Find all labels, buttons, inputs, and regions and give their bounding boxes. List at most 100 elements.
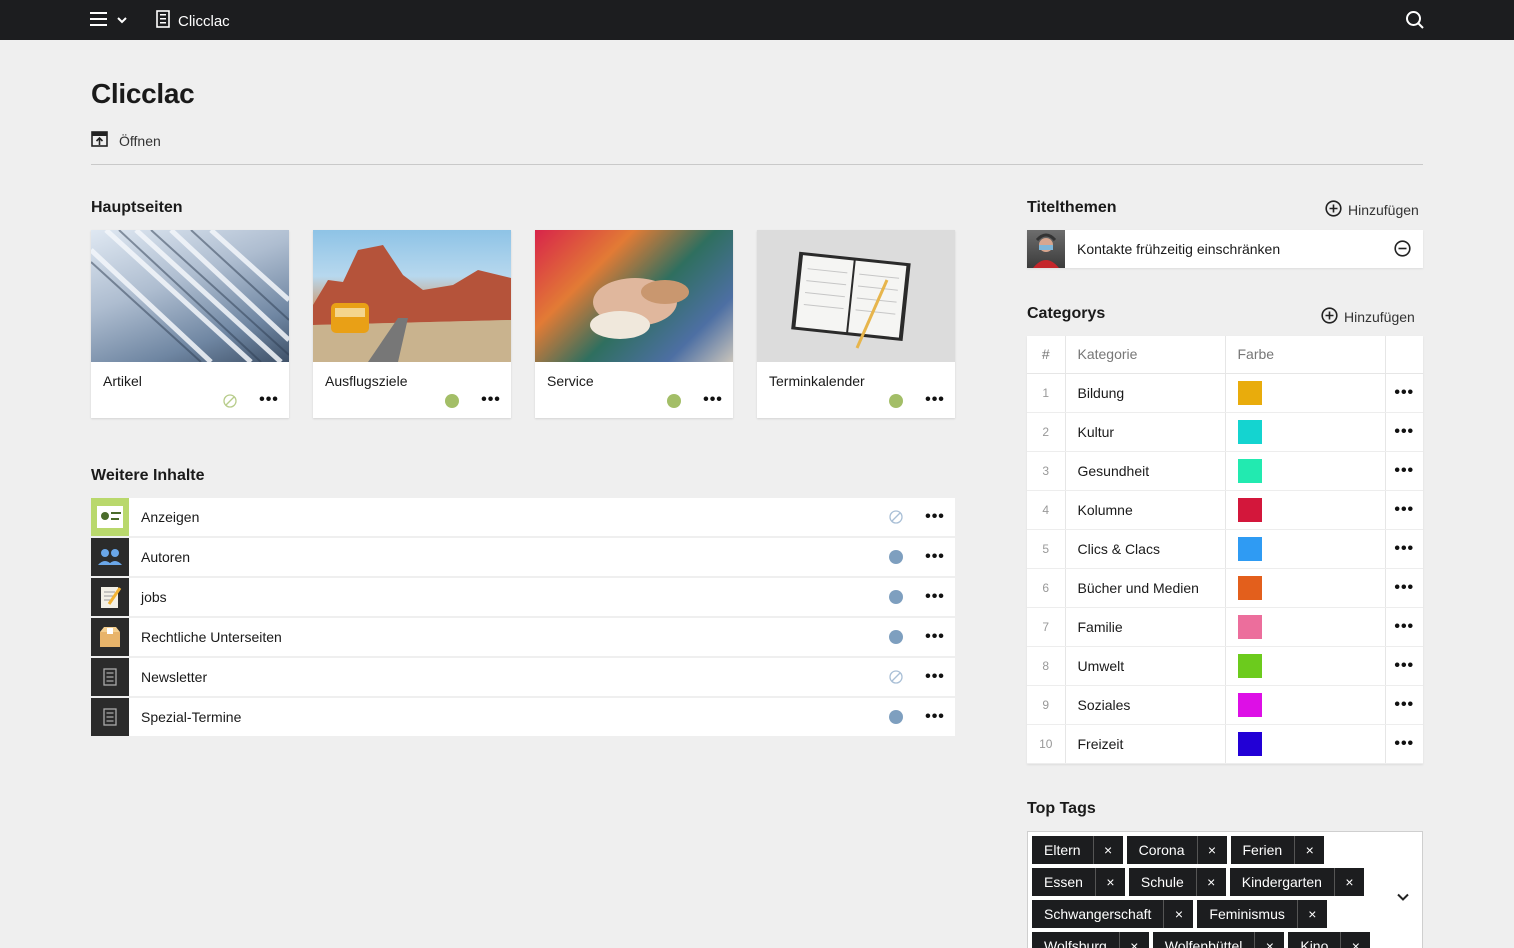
table-row[interactable]: 6 Bücher und Medien ••• — [1027, 568, 1423, 608]
list-item-jobs[interactable]: jobs ••• — [91, 578, 955, 616]
add-category-button[interactable]: Hinzufügen — [1321, 307, 1415, 327]
tag[interactable]: Wolfsburg × — [1032, 932, 1149, 948]
close-icon[interactable]: × — [1195, 868, 1226, 896]
card-ausflugsziele[interactable]: Ausflugsziele ••• — [313, 230, 511, 418]
color-swatch[interactable] — [1237, 575, 1262, 600]
close-icon[interactable]: × — [1333, 868, 1364, 896]
tag[interactable]: Wolfenbüttel × — [1152, 932, 1285, 948]
search-icon — [1405, 11, 1425, 34]
tag-label: Schule — [1140, 874, 1184, 890]
more-icon[interactable]: ••• — [1394, 696, 1414, 713]
more-icon[interactable]: ••• — [925, 707, 945, 727]
menu-icon — [90, 11, 108, 32]
tags-input[interactable]: Eltern × Corona × Ferien × Essen × Schule × K… — [1027, 831, 1423, 948]
status-inactive-icon — [889, 510, 903, 529]
tag[interactable]: Schule × — [1128, 868, 1226, 896]
more-icon[interactable]: ••• — [259, 390, 279, 410]
open-link[interactable]: Öffnen — [91, 130, 161, 151]
color-swatch[interactable] — [1237, 731, 1262, 756]
color-swatch[interactable] — [1237, 458, 1262, 483]
remove-icon[interactable] — [1394, 240, 1411, 262]
list-item-rechtliche-unterseiten[interactable]: Rechtliche Unterseiten ••• — [91, 618, 955, 656]
tag[interactable]: Corona × — [1126, 836, 1227, 864]
color-swatch[interactable] — [1237, 653, 1262, 678]
table-row[interactable]: 5 Clics & Clacs ••• — [1027, 529, 1423, 569]
table-row[interactable]: 4 Kolumne ••• — [1027, 490, 1423, 530]
list-item-spezial-termine[interactable]: Spezial-Termine ••• — [91, 698, 955, 736]
more-icon[interactable]: ••• — [1394, 618, 1414, 635]
tag[interactable]: Feminismus × — [1197, 900, 1327, 928]
category-number: 9 — [1027, 685, 1066, 725]
row-actions: ••• — [1385, 412, 1423, 452]
add-title-topic-button[interactable]: Hinzufügen — [1325, 200, 1419, 220]
close-icon[interactable]: × — [1294, 836, 1324, 864]
close-icon[interactable]: × — [1340, 932, 1370, 948]
more-icon[interactable]: ••• — [1394, 540, 1414, 557]
list-item-label: jobs — [141, 589, 167, 605]
tag[interactable]: Ferien × — [1230, 836, 1325, 864]
close-icon[interactable]: × — [1092, 836, 1123, 864]
more-icon[interactable]: ••• — [1394, 501, 1414, 518]
title-topic-label: Kontakte frühzeitig einschränken — [1077, 241, 1281, 257]
add-label: Hinzufügen — [1344, 309, 1415, 325]
table-row[interactable]: 2 Kultur ••• — [1027, 412, 1423, 452]
more-icon[interactable]: ••• — [1394, 462, 1414, 479]
category-name: Umwelt — [1065, 646, 1226, 686]
close-icon[interactable]: × — [1296, 900, 1327, 928]
status-active-icon — [889, 394, 903, 413]
table-row[interactable]: 7 Familie ••• — [1027, 607, 1423, 647]
close-icon[interactable]: × — [1163, 900, 1193, 928]
more-icon[interactable]: ••• — [925, 547, 945, 567]
category-name: Soziales — [1065, 685, 1226, 725]
more-icon[interactable]: ••• — [703, 390, 723, 410]
color-swatch[interactable] — [1237, 614, 1262, 639]
chevron-down-icon[interactable] — [1396, 890, 1410, 909]
table-row[interactable]: 1 Bildung ••• — [1027, 373, 1423, 413]
more-icon[interactable]: ••• — [1394, 579, 1414, 596]
color-swatch[interactable] — [1237, 692, 1262, 717]
menu-button[interactable] — [90, 11, 128, 32]
tag[interactable]: Eltern × — [1032, 836, 1123, 864]
list-item-autoren[interactable]: Autoren ••• — [91, 538, 955, 576]
table-row[interactable]: 10 Freizeit ••• — [1027, 724, 1423, 764]
color-swatch[interactable] — [1237, 380, 1262, 405]
card-service[interactable]: Service ••• — [535, 230, 733, 418]
table-row[interactable]: 8 Umwelt ••• — [1027, 646, 1423, 686]
more-icon[interactable]: ••• — [1394, 423, 1414, 440]
list-item-anzeigen[interactable]: Anzeigen ••• — [91, 498, 955, 536]
search-button[interactable] — [1405, 10, 1425, 35]
color-swatch[interactable] — [1237, 419, 1262, 444]
more-icon[interactable]: ••• — [925, 587, 945, 607]
tag[interactable]: Kino × — [1288, 932, 1371, 948]
more-icon[interactable]: ••• — [925, 507, 945, 527]
table-header-row: # Kategorie Farbe — [1027, 336, 1423, 374]
thumbnail — [1027, 230, 1065, 268]
close-icon[interactable]: × — [1196, 836, 1227, 864]
tag[interactable]: Essen × — [1032, 868, 1125, 896]
close-icon[interactable]: × — [1118, 932, 1149, 948]
status-active-icon — [889, 590, 903, 609]
tag[interactable]: Kindergarten × — [1229, 868, 1364, 896]
card-artikel[interactable]: Artikel ••• — [91, 230, 289, 418]
more-icon[interactable]: ••• — [925, 667, 945, 687]
list-item-newsletter[interactable]: Newsletter ••• — [91, 658, 955, 696]
more-icon[interactable]: ••• — [1394, 735, 1414, 752]
color-swatch[interactable] — [1237, 497, 1262, 522]
card-terminkalender[interactable]: Terminkalender ••• — [757, 230, 955, 418]
more-icon[interactable]: ••• — [925, 627, 945, 647]
color-swatch[interactable] — [1237, 536, 1262, 561]
tag[interactable]: Schwangerschaft × — [1032, 900, 1194, 928]
header-divider — [91, 164, 1423, 165]
more-icon[interactable]: ••• — [481, 390, 501, 410]
more-icon[interactable]: ••• — [1394, 384, 1414, 401]
close-icon[interactable]: × — [1254, 932, 1284, 948]
close-icon[interactable]: × — [1094, 868, 1125, 896]
app-title[interactable]: Clicclac — [156, 10, 230, 32]
table-row[interactable]: 9 Soziales ••• — [1027, 685, 1423, 725]
title-topic-item[interactable]: Kontakte frühzeitig einschränken — [1027, 230, 1423, 268]
more-icon[interactable]: ••• — [925, 390, 945, 410]
thumbnail — [91, 618, 129, 656]
more-icon[interactable]: ••• — [1394, 657, 1414, 674]
table-row[interactable]: 3 Gesundheit ••• — [1027, 451, 1423, 491]
open-label: Öffnen — [119, 132, 161, 149]
